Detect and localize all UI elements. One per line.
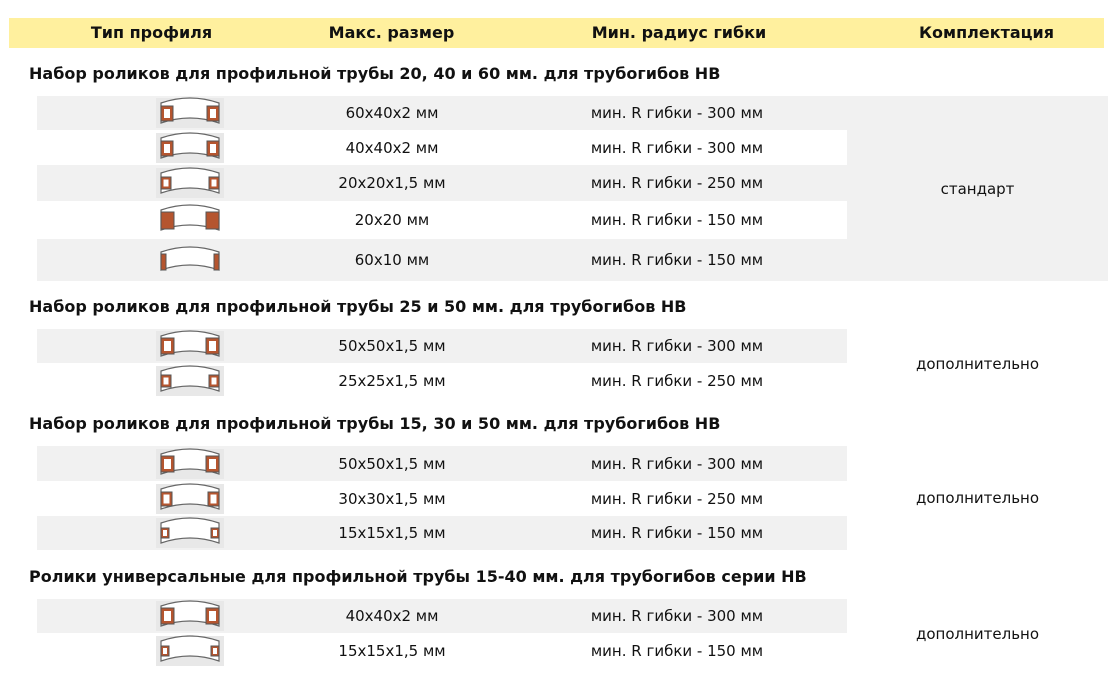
size-value: 40x40x2 мм bbox=[345, 138, 439, 157]
size-value: 20x20 мм bbox=[354, 211, 430, 229]
table-header: Тип профиля Макс. размер Мин. радиус гиб… bbox=[9, 18, 1104, 48]
radius-value: мин. R гибки - 250 мм bbox=[590, 489, 764, 508]
table-row: 60x10 мм мин. R гибки - 150 мм bbox=[37, 239, 847, 281]
size-value: 60x40x2 мм bbox=[345, 104, 439, 122]
roller-hollow-square-icon bbox=[37, 446, 342, 481]
radius-value: мин. R гибки - 300 мм bbox=[590, 454, 764, 473]
radius-value: мин. R гибки - 250 мм bbox=[590, 174, 764, 192]
table-row: 15x15x1,5 мм мин. R гибки - 150 мм bbox=[37, 516, 847, 550]
table-row: 40x40x2 мм мин. R гибки - 300 мм bbox=[37, 130, 847, 165]
roller-hollow-square-icon bbox=[37, 363, 342, 399]
radius-value: мин. R гибки - 150 мм bbox=[590, 524, 764, 542]
profile-rollers-table: Тип профиля Макс. размер Мин. радиус гиб… bbox=[0, 0, 1110, 679]
group-title: Набор роликов для профильной трубы 25 и … bbox=[29, 297, 687, 316]
roller-hollow-square-icon bbox=[37, 329, 342, 363]
table-row: 25x25x1,5 мм мин. R гибки - 250 мм bbox=[37, 363, 847, 399]
group-title: Набор роликов для профильной трубы 20, 4… bbox=[29, 64, 721, 83]
column-header-radius: Мин. радиус гибки bbox=[591, 23, 767, 42]
column-header-kit: Комплектация bbox=[918, 23, 1055, 42]
table-row: 20x20x1,5 мм мин. R гибки - 250 мм bbox=[37, 165, 847, 201]
size-value: 15x15x1,5 мм bbox=[338, 524, 446, 542]
size-value: 20x20x1,5 мм bbox=[338, 174, 446, 192]
table-row: 30x30x1,5 мм мин. R гибки - 250 мм bbox=[37, 481, 847, 516]
roller-hollow-square-icon bbox=[37, 165, 342, 201]
radius-value: мин. R гибки - 150 мм bbox=[590, 641, 764, 660]
column-header-type: Тип профиля bbox=[90, 23, 213, 42]
size-value: 60x10 мм bbox=[354, 251, 430, 269]
roller-hollow-square-icon bbox=[37, 96, 342, 130]
radius-value: мин. R гибки - 150 мм bbox=[590, 251, 764, 269]
size-value: 25x25x1,5 мм bbox=[338, 372, 446, 390]
roller-hollow-square-icon bbox=[37, 516, 342, 550]
size-value: 30x30x1,5 мм bbox=[338, 489, 446, 508]
size-value: 40x40x2 мм bbox=[345, 607, 439, 625]
table-row: 50x50x1,5 мм мин. R гибки - 300 мм bbox=[37, 446, 847, 481]
radius-value: мин. R гибки - 250 мм bbox=[590, 372, 764, 390]
group-title: Набор роликов для профильной трубы 15, 3… bbox=[29, 414, 721, 433]
roller-hollow-square-icon bbox=[37, 130, 342, 165]
roller-hollow-square-icon bbox=[37, 599, 342, 633]
radius-value: мин. R гибки - 300 мм bbox=[590, 138, 764, 157]
size-value: 50x50x1,5 мм bbox=[338, 454, 446, 473]
roller-hollow-square-icon bbox=[37, 481, 342, 516]
table-row: 50x50x1,5 мм мин. R гибки - 300 мм bbox=[37, 329, 847, 363]
roller-hollow-square-icon bbox=[37, 633, 342, 668]
table-row: 40x40x2 мм мин. R гибки - 300 мм bbox=[37, 599, 847, 633]
group-title: Ролики универсальные для профильной труб… bbox=[29, 567, 807, 586]
radius-value: мин. R гибки - 300 мм bbox=[590, 607, 764, 625]
size-value: 15x15x1,5 мм bbox=[338, 641, 446, 660]
roller-solid-flat-icon bbox=[37, 239, 342, 281]
radius-value: мин. R гибки - 300 мм bbox=[590, 337, 764, 355]
radius-value: мин. R гибки - 150 мм bbox=[590, 211, 764, 229]
table-row: 60x40x2 мм мин. R гибки - 300 мм bbox=[37, 96, 847, 130]
size-value: 50x50x1,5 мм bbox=[338, 337, 446, 355]
table-row: 20x20 мм мин. R гибки - 150 мм bbox=[37, 201, 847, 239]
radius-value: мин. R гибки - 300 мм bbox=[590, 104, 764, 122]
table-row: 15x15x1,5 мм мин. R гибки - 150 мм bbox=[37, 633, 847, 668]
column-header-size: Макс. размер bbox=[328, 23, 455, 42]
roller-solid-square-icon bbox=[37, 201, 342, 239]
